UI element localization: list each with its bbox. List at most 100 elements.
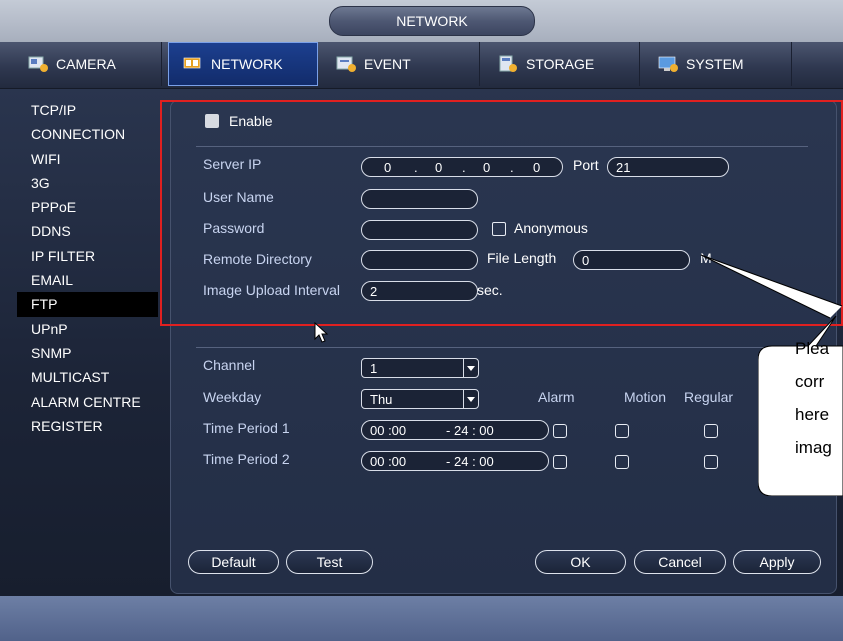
time-period-1-field[interactable]: 00 :00 24 : 00 - bbox=[361, 420, 549, 440]
sidebar-item-multicast[interactable]: MULTICAST bbox=[17, 365, 163, 389]
password-field[interactable] bbox=[361, 220, 478, 240]
camera-icon bbox=[28, 55, 50, 73]
period-2-regular-checkbox[interactable] bbox=[704, 455, 718, 469]
channel-select[interactable]: 1 bbox=[361, 358, 479, 378]
nvr-network-window: NETWORK CAMERA NETWORK EVENT STORAGE SYS… bbox=[0, 0, 843, 641]
time-period-1-start: 00 :00 bbox=[370, 423, 407, 438]
tab-network[interactable]: NETWORK bbox=[168, 42, 318, 86]
ip-octet-3: 0 bbox=[483, 160, 491, 175]
tab-label: CAMERA bbox=[56, 56, 116, 72]
time-period-2-start: 00 :00 bbox=[370, 454, 407, 469]
weekday-select[interactable]: Thu bbox=[361, 389, 479, 409]
tab-camera[interactable]: CAMERA bbox=[14, 42, 162, 86]
callout-line: here bbox=[795, 405, 830, 424]
mouse-cursor-icon bbox=[314, 322, 329, 343]
server-ip-field[interactable]: 0 . 0 . 0 . 0 bbox=[361, 157, 563, 177]
callout-line: imag bbox=[795, 438, 832, 457]
cancel-button[interactable]: Cancel bbox=[634, 550, 726, 574]
anonymous-checkbox[interactable] bbox=[492, 222, 506, 236]
time-period-2-label: Time Period 2 bbox=[203, 451, 290, 467]
storage-icon bbox=[498, 55, 520, 73]
callout-pointer bbox=[700, 254, 843, 319]
time-separator: - bbox=[446, 423, 451, 438]
chevron-down-icon bbox=[463, 390, 478, 408]
ip-octet-1: 0 bbox=[384, 160, 392, 175]
sidebar-item-connection[interactable]: CONNECTION bbox=[17, 122, 163, 146]
period-2-motion-checkbox[interactable] bbox=[615, 455, 629, 469]
window-title: NETWORK bbox=[329, 6, 535, 36]
sidebar-item-ddns[interactable]: DDNS bbox=[17, 219, 163, 243]
column-alarm: Alarm bbox=[538, 389, 575, 405]
weekday-label: Weekday bbox=[203, 389, 262, 405]
sidebar-item-ip-filter[interactable]: IP FILTER bbox=[17, 244, 163, 268]
sidebar-item-register[interactable]: REGISTER bbox=[17, 414, 163, 438]
period-1-motion-checkbox[interactable] bbox=[615, 424, 629, 438]
ip-dot: . bbox=[510, 160, 514, 175]
apply-button[interactable]: Apply bbox=[733, 550, 821, 574]
callout-line: corr bbox=[795, 372, 825, 391]
sidebar-item-email[interactable]: EMAIL bbox=[17, 268, 163, 292]
password-label: Password bbox=[203, 220, 265, 236]
time-period-2-end: 24 : 00 bbox=[454, 454, 494, 469]
port-field[interactable]: 21 bbox=[607, 157, 729, 177]
file-length-field[interactable]: 0 bbox=[573, 250, 690, 270]
sidebar-item-ftp[interactable]: FTP bbox=[17, 292, 158, 317]
column-regular: Regular bbox=[684, 389, 734, 405]
ip-dot: . bbox=[462, 160, 466, 175]
file-length-label: File Length bbox=[487, 250, 557, 266]
callout-text: Plea corr here imag bbox=[795, 332, 843, 464]
tab-label: EVENT bbox=[364, 56, 411, 72]
tab-system[interactable]: SYSTEM bbox=[644, 42, 792, 86]
time-period-2-field[interactable]: 00 :00 24 : 00 - bbox=[361, 451, 549, 471]
system-icon bbox=[658, 55, 680, 73]
tab-label: NETWORK bbox=[211, 56, 283, 72]
divider bbox=[196, 347, 808, 348]
title-bar: NETWORK bbox=[0, 0, 843, 43]
chevron-down-icon bbox=[463, 359, 478, 377]
tab-label: STORAGE bbox=[526, 56, 595, 72]
tab-label: SYSTEM bbox=[686, 56, 744, 72]
callout-line: Plea bbox=[795, 339, 830, 358]
divider bbox=[196, 146, 808, 147]
event-icon bbox=[336, 55, 358, 73]
remote-directory-label: Remote Directory bbox=[203, 251, 312, 267]
period-1-regular-checkbox[interactable] bbox=[704, 424, 718, 438]
ok-button[interactable]: OK bbox=[535, 550, 626, 574]
period-2-alarm-checkbox[interactable] bbox=[553, 455, 567, 469]
sidebar-item-pppoe[interactable]: PPPoE bbox=[17, 195, 163, 219]
channel-label: Channel bbox=[203, 357, 256, 373]
channel-value: 1 bbox=[370, 361, 378, 376]
sidebar-item-wifi[interactable]: WIFI bbox=[17, 147, 163, 171]
enable-label: Enable bbox=[229, 113, 273, 129]
time-separator: - bbox=[446, 454, 451, 469]
image-upload-interval-unit: sec. bbox=[477, 282, 503, 298]
ip-dot: . bbox=[414, 160, 418, 175]
user-name-label: User Name bbox=[203, 189, 274, 205]
user-name-field[interactable] bbox=[361, 189, 478, 209]
anonymous-label: Anonymous bbox=[514, 220, 588, 236]
tab-storage[interactable]: STORAGE bbox=[484, 42, 640, 86]
test-button[interactable]: Test bbox=[286, 550, 373, 574]
sidebar-item-upnp[interactable]: UPnP bbox=[17, 317, 163, 341]
sidebar: TCP/IP CONNECTION WIFI 3G PPPoE DDNS IP … bbox=[17, 98, 163, 438]
network-icon bbox=[183, 55, 205, 73]
remote-directory-field[interactable] bbox=[361, 250, 478, 270]
image-upload-interval-field[interactable]: 2 bbox=[361, 281, 478, 301]
time-period-1-label: Time Period 1 bbox=[203, 420, 290, 436]
sidebar-item-3g[interactable]: 3G bbox=[17, 171, 163, 195]
server-ip-label: Server IP bbox=[203, 156, 262, 172]
ip-octet-2: 0 bbox=[435, 160, 443, 175]
sidebar-item-tcpip[interactable]: TCP/IP bbox=[17, 98, 163, 122]
port-label: Port bbox=[573, 157, 599, 173]
time-period-1-end: 24 : 00 bbox=[454, 423, 494, 438]
sidebar-item-snmp[interactable]: SNMP bbox=[17, 341, 163, 365]
sidebar-item-alarm-centre[interactable]: ALARM CENTRE bbox=[17, 390, 163, 414]
tab-event[interactable]: EVENT bbox=[322, 42, 480, 86]
period-1-alarm-checkbox[interactable] bbox=[553, 424, 567, 438]
enable-checkbox[interactable] bbox=[205, 114, 219, 128]
status-bar bbox=[0, 596, 843, 641]
default-button[interactable]: Default bbox=[188, 550, 279, 574]
column-motion: Motion bbox=[624, 389, 667, 405]
tab-bar: CAMERA NETWORK EVENT STORAGE SYSTEM bbox=[0, 42, 843, 89]
image-upload-interval-label: Image Upload Interval bbox=[203, 282, 340, 298]
